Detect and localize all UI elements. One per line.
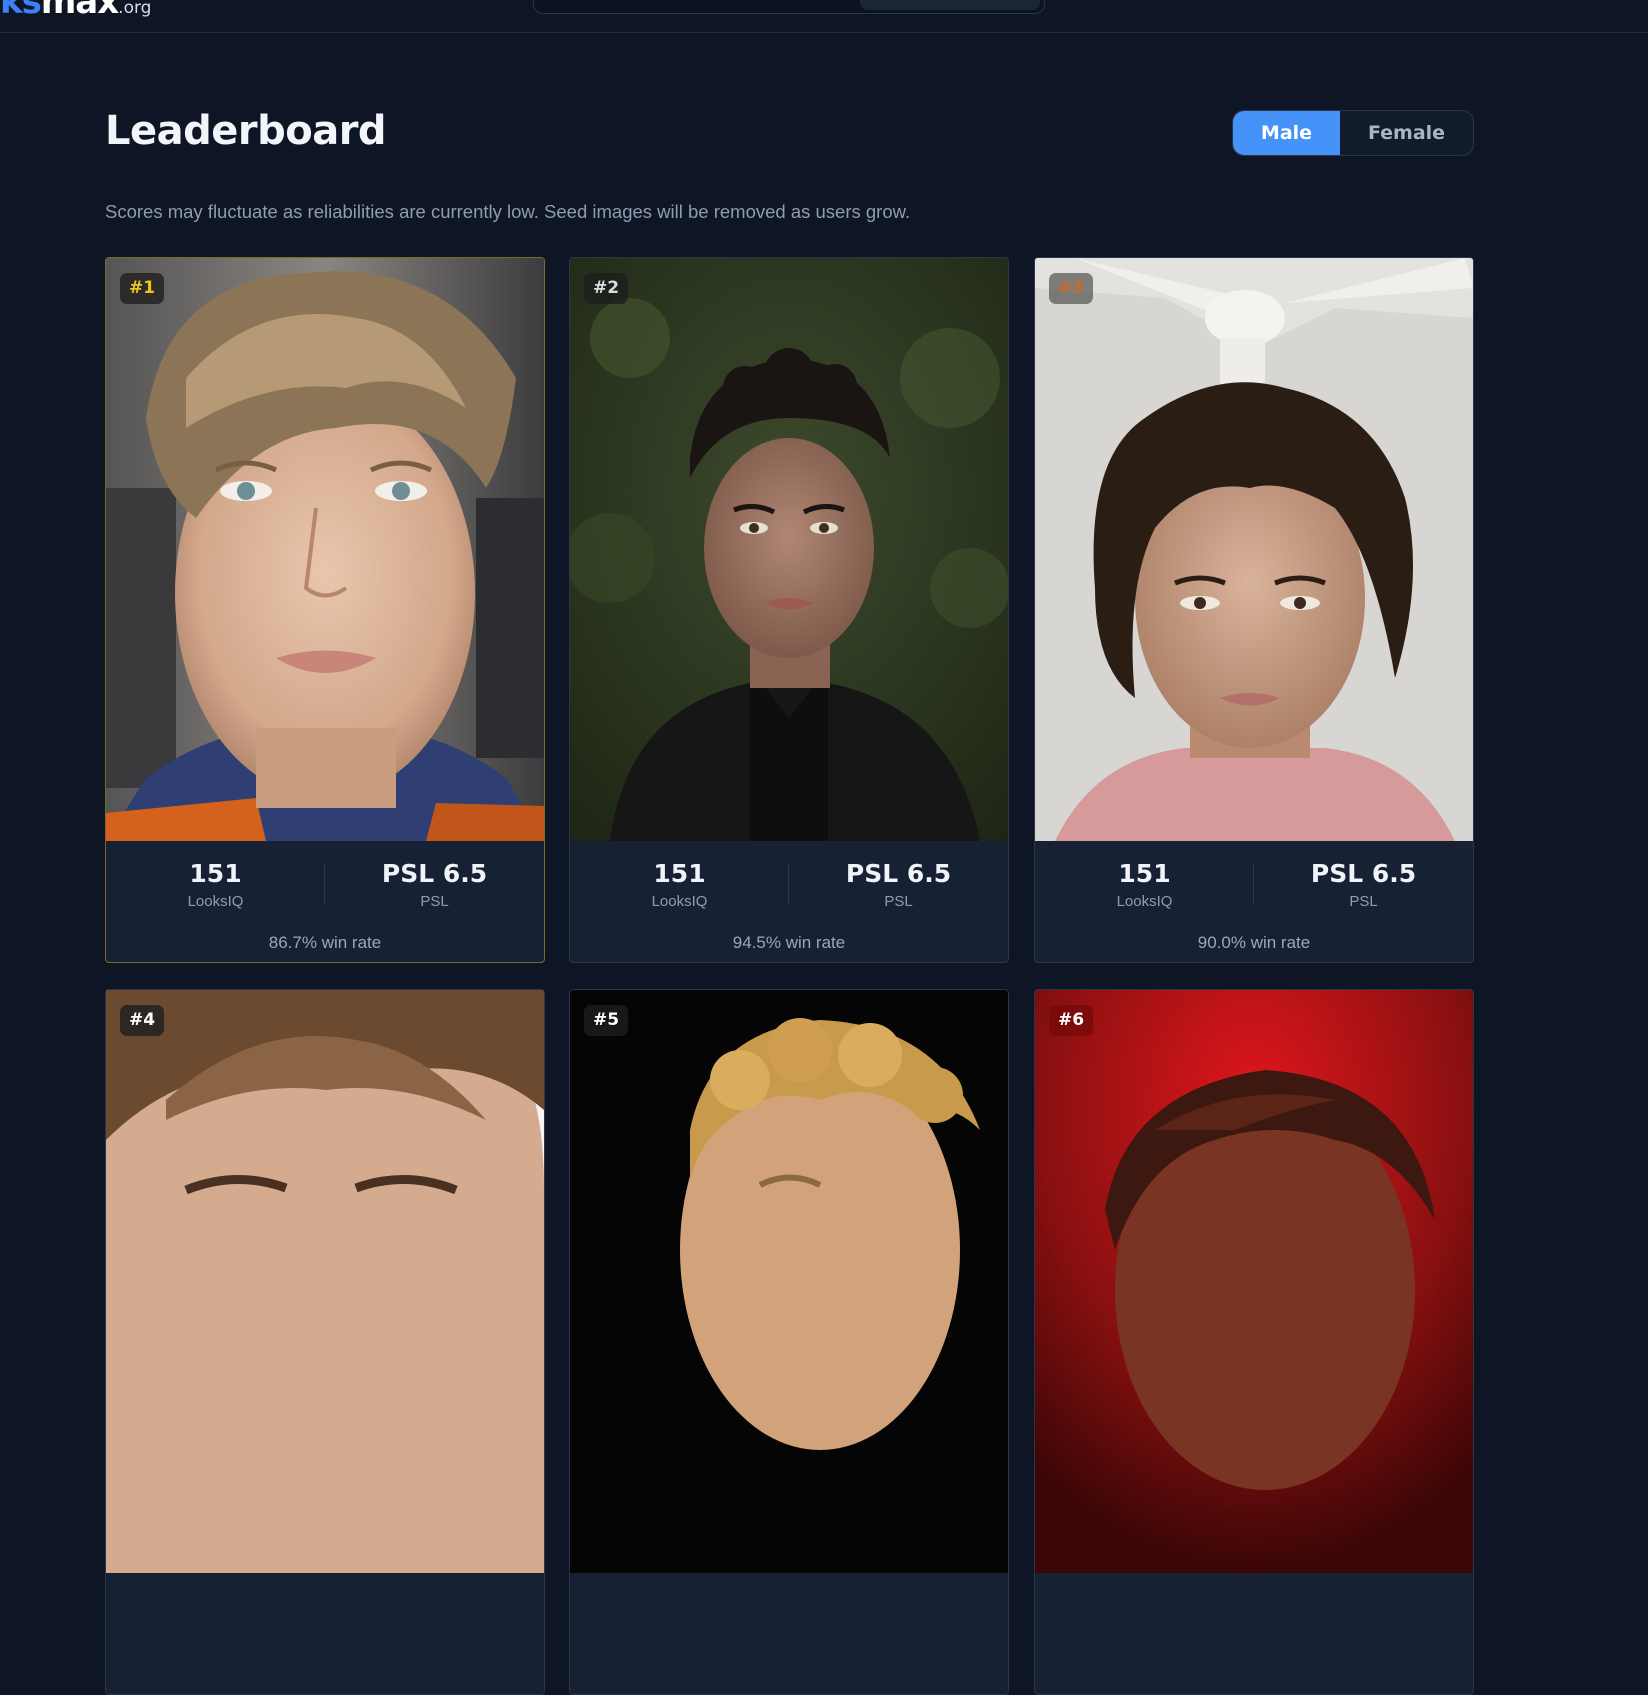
nav-search-button[interactable] [860, 0, 1040, 10]
looksiq-value: 151 [189, 859, 242, 888]
looksiq-stat: 151 LooksIQ [570, 859, 789, 910]
profile-photo[interactable]: #6 [1035, 990, 1473, 1573]
rank-badge: #4 [120, 1005, 165, 1036]
leaderboard-card[interactable]: #5 [569, 989, 1009, 1695]
rank-badge: #6 [1049, 1005, 1094, 1036]
card-stats: 151 LooksIQ PSL 6.5 PSL 86.7% win rate [106, 841, 544, 962]
leaderboard-card[interactable]: #4 [105, 989, 545, 1695]
win-rate: 90.0% win rate [1197, 933, 1311, 952]
top-nav: ksmax.org [0, 0, 1648, 33]
looksiq-label: LooksIQ [651, 893, 708, 910]
psl-label: PSL [884, 893, 913, 910]
profile-photo[interactable]: #4 [106, 990, 544, 1573]
rank-badge: #2 [584, 273, 629, 304]
card-stats: 151 LooksIQ PSL 6.5 PSL 94.5% win rate [570, 841, 1008, 962]
leaderboard-card[interactable]: #1 151 LooksIQ PSL 6.5 PSL 86.7% win rat… [105, 257, 545, 963]
profile-photo[interactable]: #3 [1035, 258, 1473, 841]
gender-toggle: Male Female [1232, 110, 1474, 156]
psl-value: PSL 6.5 [1310, 859, 1417, 888]
nav-search-bar[interactable] [533, 0, 1045, 14]
leaderboard-card[interactable]: #3 151 LooksIQ PSL 6.5 PSL 90.0% win rat… [1034, 257, 1474, 963]
rank-badge: #5 [584, 1005, 629, 1036]
psl-value: PSL 6.5 [381, 859, 488, 888]
rank-badge: #3 [1049, 273, 1094, 304]
female-tab[interactable]: Female [1340, 111, 1473, 155]
psl-value: PSL 6.5 [845, 859, 952, 888]
profile-photo[interactable]: #5 [570, 990, 1008, 1573]
looksiq-stat: 151 LooksIQ [106, 859, 325, 910]
site-logo[interactable]: ksmax.org [0, 0, 151, 22]
card-stats: 151 LooksIQ PSL 6.5 PSL 90.0% win rate [1035, 841, 1473, 962]
male-tab[interactable]: Male [1233, 111, 1340, 155]
win-rate: 86.7% win rate [268, 933, 382, 952]
psl-stat: PSL 6.5 PSL [789, 859, 1008, 910]
psl-label: PSL [1349, 893, 1378, 910]
looksiq-label: LooksIQ [187, 893, 244, 910]
leaderboard-card[interactable]: #6 [1034, 989, 1474, 1695]
looksiq-value: 151 [653, 859, 706, 888]
page-title: Leaderboard [105, 108, 387, 154]
reliability-notice: Scores may fluctuate as reliabilities ar… [105, 201, 911, 222]
psl-stat: PSL 6.5 PSL [325, 859, 544, 910]
looksiq-label: LooksIQ [1116, 893, 1173, 910]
psl-stat: PSL 6.5 PSL [1254, 859, 1473, 910]
looksiq-stat: 151 LooksIQ [1035, 859, 1254, 910]
win-rate: 94.5% win rate [732, 933, 846, 952]
profile-photo[interactable]: #1 [106, 258, 544, 841]
leaderboard-card[interactable]: #2 151 LooksIQ PSL 6.5 PSL 94.5% win rat… [569, 257, 1009, 963]
psl-label: PSL [420, 893, 449, 910]
profile-photo[interactable]: #2 [570, 258, 1008, 841]
looksiq-value: 151 [1118, 859, 1171, 888]
rank-badge: #1 [120, 273, 165, 304]
